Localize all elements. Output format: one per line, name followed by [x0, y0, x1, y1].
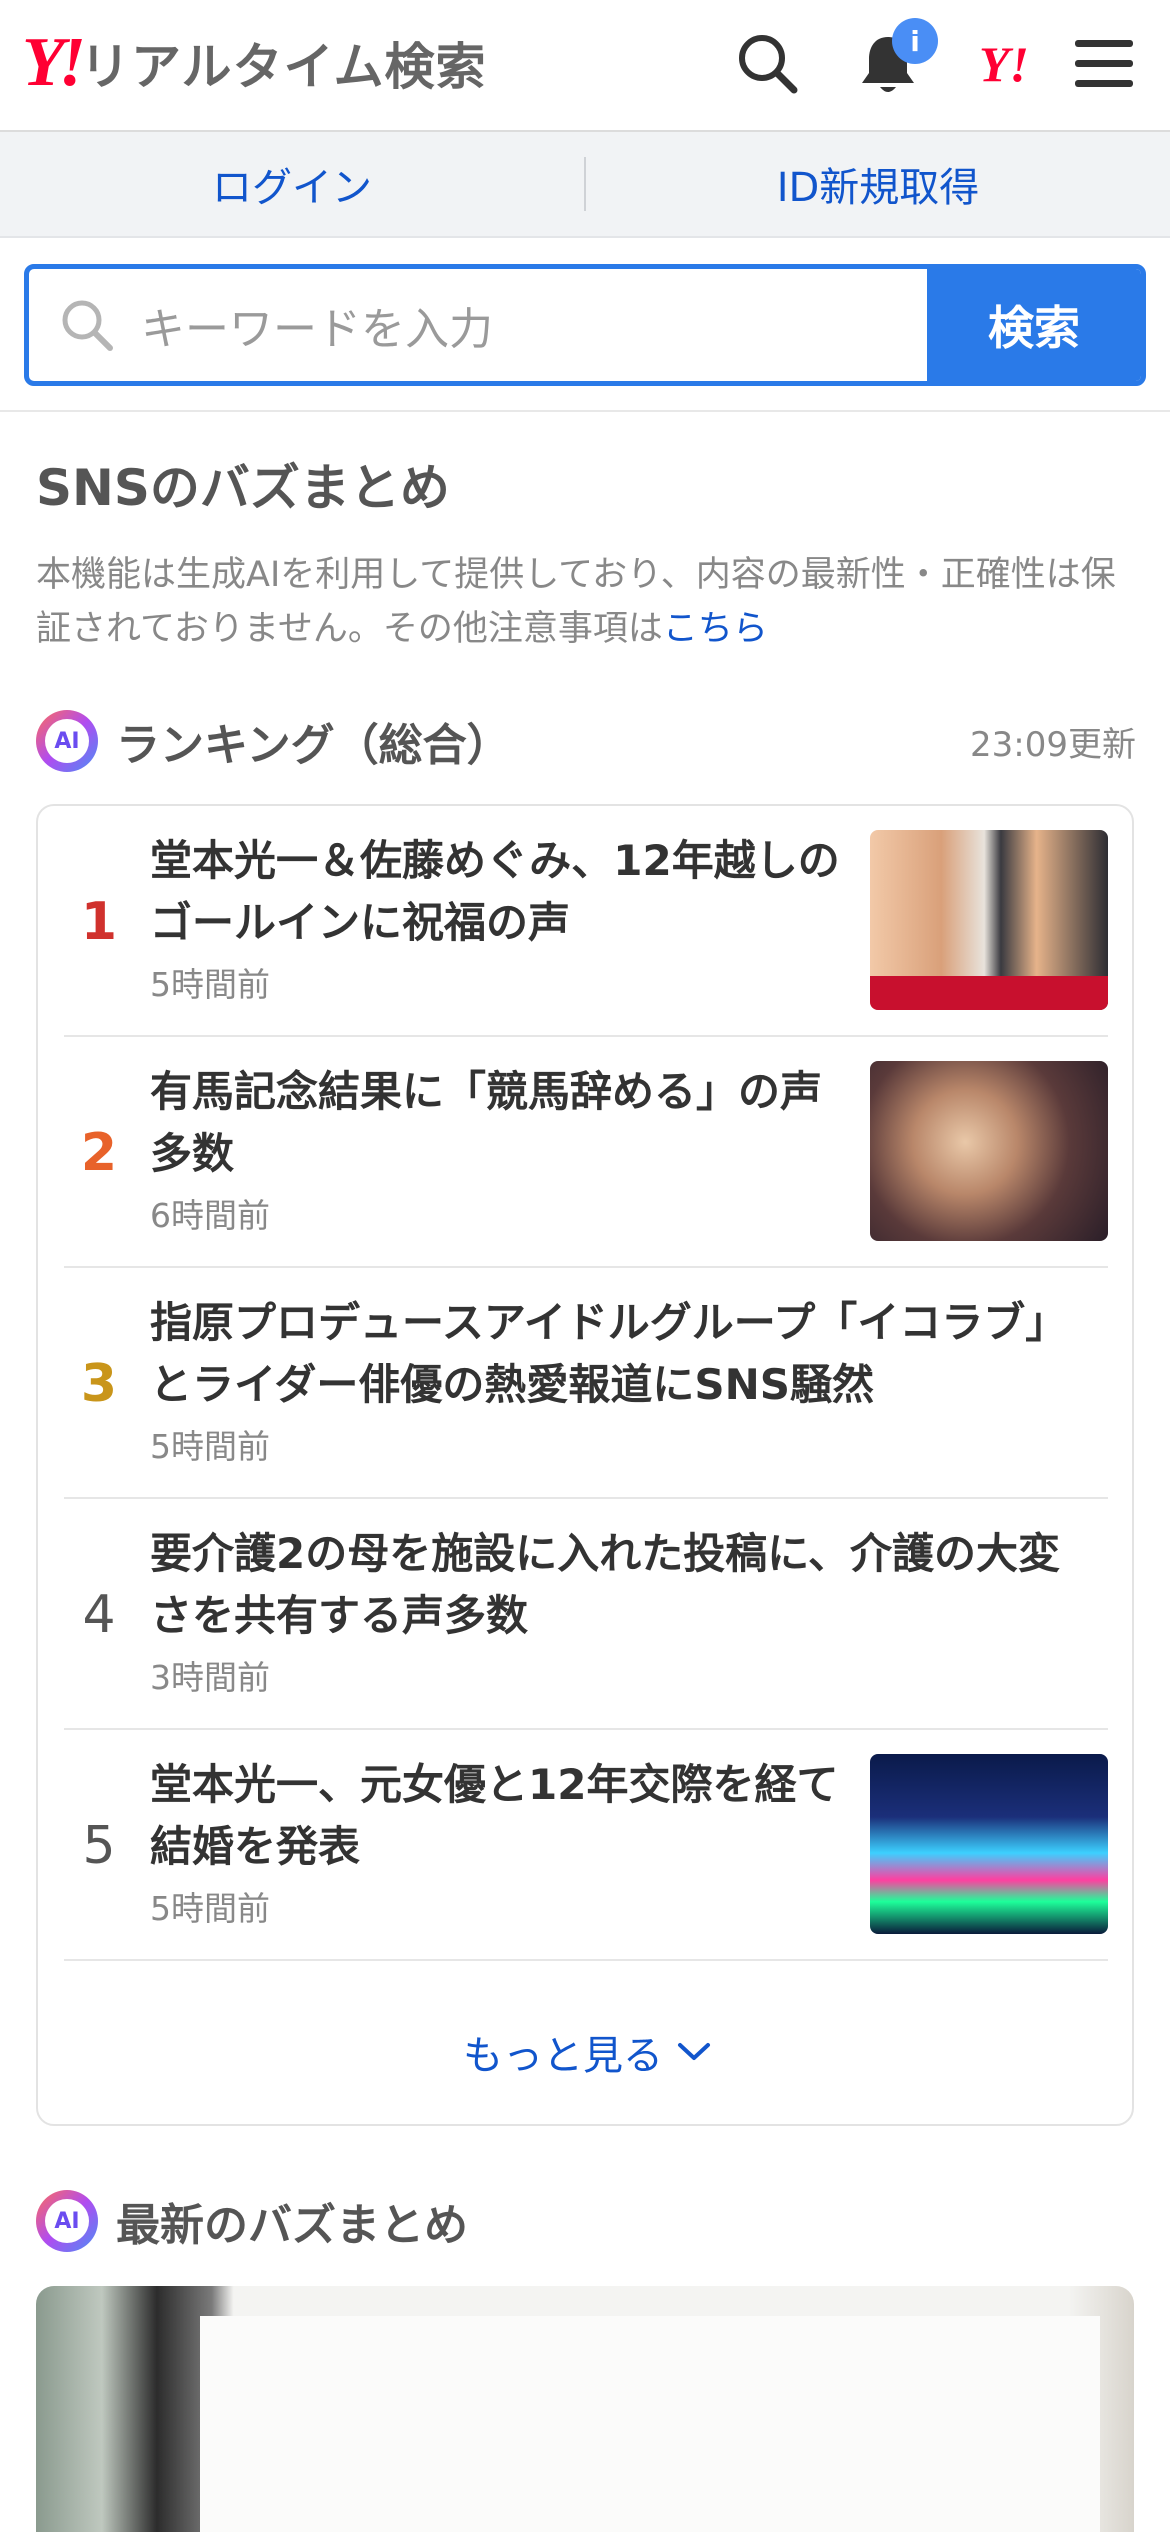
- ranking-item-text: 堂本光一、元女優と12年交際を経て結婚を発表 5時間前: [150, 1754, 850, 1930]
- ranking-time: 6時間前: [150, 1196, 270, 1235]
- section-divider: [0, 410, 1170, 412]
- notification-badge: i: [892, 18, 938, 64]
- rank-number: 2: [80, 1122, 118, 1183]
- disclaimer-text: 本機能は生成AIを利用して提供しており、内容の最新性・正確性は保証されておりませ…: [36, 555, 1116, 649]
- logo-text: リアルタイム検索: [80, 38, 487, 96]
- latest-card-image: [200, 2316, 1100, 2532]
- ranking-headline: 堂本光一＆佐藤めぐみ、12年越しのゴールインに祝福の声: [150, 836, 840, 947]
- search-field-icon: [62, 300, 113, 351]
- ranking-thumbnail: [870, 1061, 1108, 1241]
- latest-header: AI 最新のバズまとめ: [36, 2186, 468, 2256]
- ranking-thumbnail: [870, 1754, 1108, 1934]
- thumbnail-caption-band: [870, 976, 1108, 1010]
- sns-section-title: SNSのバズまとめ: [36, 459, 450, 517]
- search-icon-button[interactable]: [732, 28, 804, 100]
- disclaimer-link[interactable]: こちら: [663, 609, 768, 649]
- ranking-headline: 堂本光一、元女優と12年交際を経て結婚を発表: [150, 1760, 839, 1871]
- search-icon: [739, 35, 798, 94]
- ranking-card: 1 堂本光一＆佐藤めぐみ、12年越しのゴールインに祝福の声 5時間前 2 有馬記…: [36, 804, 1134, 2126]
- ranking-header: AI ランキング（総合） 23:09更新: [36, 706, 1136, 776]
- ai-badge-label: AI: [45, 719, 89, 763]
- ranking-time: 5時間前: [150, 965, 270, 1004]
- ranking-item-text: 堂本光一＆佐藤めぐみ、12年越しのゴールインに祝福の声 5時間前: [150, 830, 850, 1006]
- login-bar: ログイン ID新規取得: [0, 132, 1170, 238]
- ranking-time: 5時間前: [150, 1889, 270, 1928]
- rank-number: 4: [82, 1584, 116, 1645]
- chevron-down-icon: [678, 2043, 710, 2060]
- yahoo-mark: Y!: [979, 36, 1029, 92]
- ranking-item[interactable]: 3 指原プロデュースアイドルグループ「イコラブ」とライダー俳優の熱愛報道にSNS…: [64, 1268, 1108, 1499]
- ranking-thumbnail: [870, 830, 1108, 1010]
- hamburger-menu-icon: [1075, 40, 1133, 87]
- ranking-item-text: 要介護2の母を施設に入れた投稿に、介護の大変さを共有する声多数 3時間前: [150, 1523, 1090, 1699]
- ranking-item[interactable]: 2 有馬記念結果に「競馬辞める」の声多数 6時間前: [64, 1037, 1108, 1268]
- ranking-headline: 指原プロデュースアイドルグループ「イコラブ」とライダー俳優の熱愛報道にSNS騒然: [150, 1298, 1068, 1409]
- ranking-time: 5時間前: [150, 1427, 270, 1466]
- notification-button[interactable]: i: [852, 18, 938, 100]
- ai-disclaimer: 本機能は生成AIを利用して提供しており、内容の最新性・正確性は保証されておりませ…: [36, 548, 1136, 656]
- latest-title: 最新のバズまとめ: [116, 2200, 468, 2251]
- search-button[interactable]: 検索: [927, 269, 1141, 381]
- ranking-item[interactable]: 1 堂本光一＆佐藤めぐみ、12年越しのゴールインに祝福の声 5時間前: [64, 806, 1108, 1037]
- ranking-item[interactable]: 5 堂本光一、元女優と12年交際を経て結婚を発表 5時間前: [64, 1730, 1108, 1961]
- show-more-label: もっと見る: [463, 2033, 663, 2079]
- ai-badge-label: AI: [45, 2199, 89, 2243]
- menu-button[interactable]: [1068, 28, 1140, 100]
- ranking-headline: 要介護2の母を施設に入れた投稿に、介護の大変さを共有する声多数: [150, 1529, 1060, 1640]
- logo-mark: Y!: [22, 24, 86, 101]
- app-header: Y! リアルタイム検索 i Y!: [0, 0, 1170, 132]
- search-box: キーワードを入力 検索: [24, 264, 1146, 386]
- rank-number: 1: [80, 891, 118, 952]
- login-link[interactable]: ログイン: [0, 155, 584, 213]
- ranking-item[interactable]: 4 要介護2の母を施設に入れた投稿に、介護の大変さを共有する声多数 3時間前: [64, 1499, 1108, 1730]
- yahoo-realtime-logo[interactable]: Y! リアルタイム検索: [22, 28, 487, 98]
- ai-icon: AI: [36, 710, 98, 772]
- search-placeholder: キーワードを入力: [141, 304, 493, 355]
- ranking-title: ランキング（総合）: [116, 720, 511, 771]
- ai-icon: AI: [36, 2190, 98, 2252]
- ranking-headline: 有馬記念結果に「競馬辞める」の声多数: [150, 1067, 823, 1178]
- ranking-updated-time: 23:09更新: [970, 724, 1136, 765]
- rank-number: 3: [80, 1353, 118, 1414]
- latest-buzz-card[interactable]: [36, 2286, 1134, 2532]
- ranking-item-text: 指原プロデュースアイドルグループ「イコラブ」とライダー俳優の熱愛報道にSNS騒然…: [150, 1292, 1090, 1468]
- show-more-button[interactable]: もっと見る: [38, 1992, 1136, 2112]
- yahoo-home-button[interactable]: Y!: [968, 28, 1040, 100]
- register-link[interactable]: ID新規取得: [586, 155, 1170, 213]
- ranking-time: 3時間前: [150, 1658, 270, 1697]
- ranking-item-text: 有馬記念結果に「競馬辞める」の声多数 6時間前: [150, 1061, 850, 1237]
- search-input[interactable]: キーワードを入力: [29, 269, 927, 381]
- rank-number: 5: [82, 1815, 116, 1876]
